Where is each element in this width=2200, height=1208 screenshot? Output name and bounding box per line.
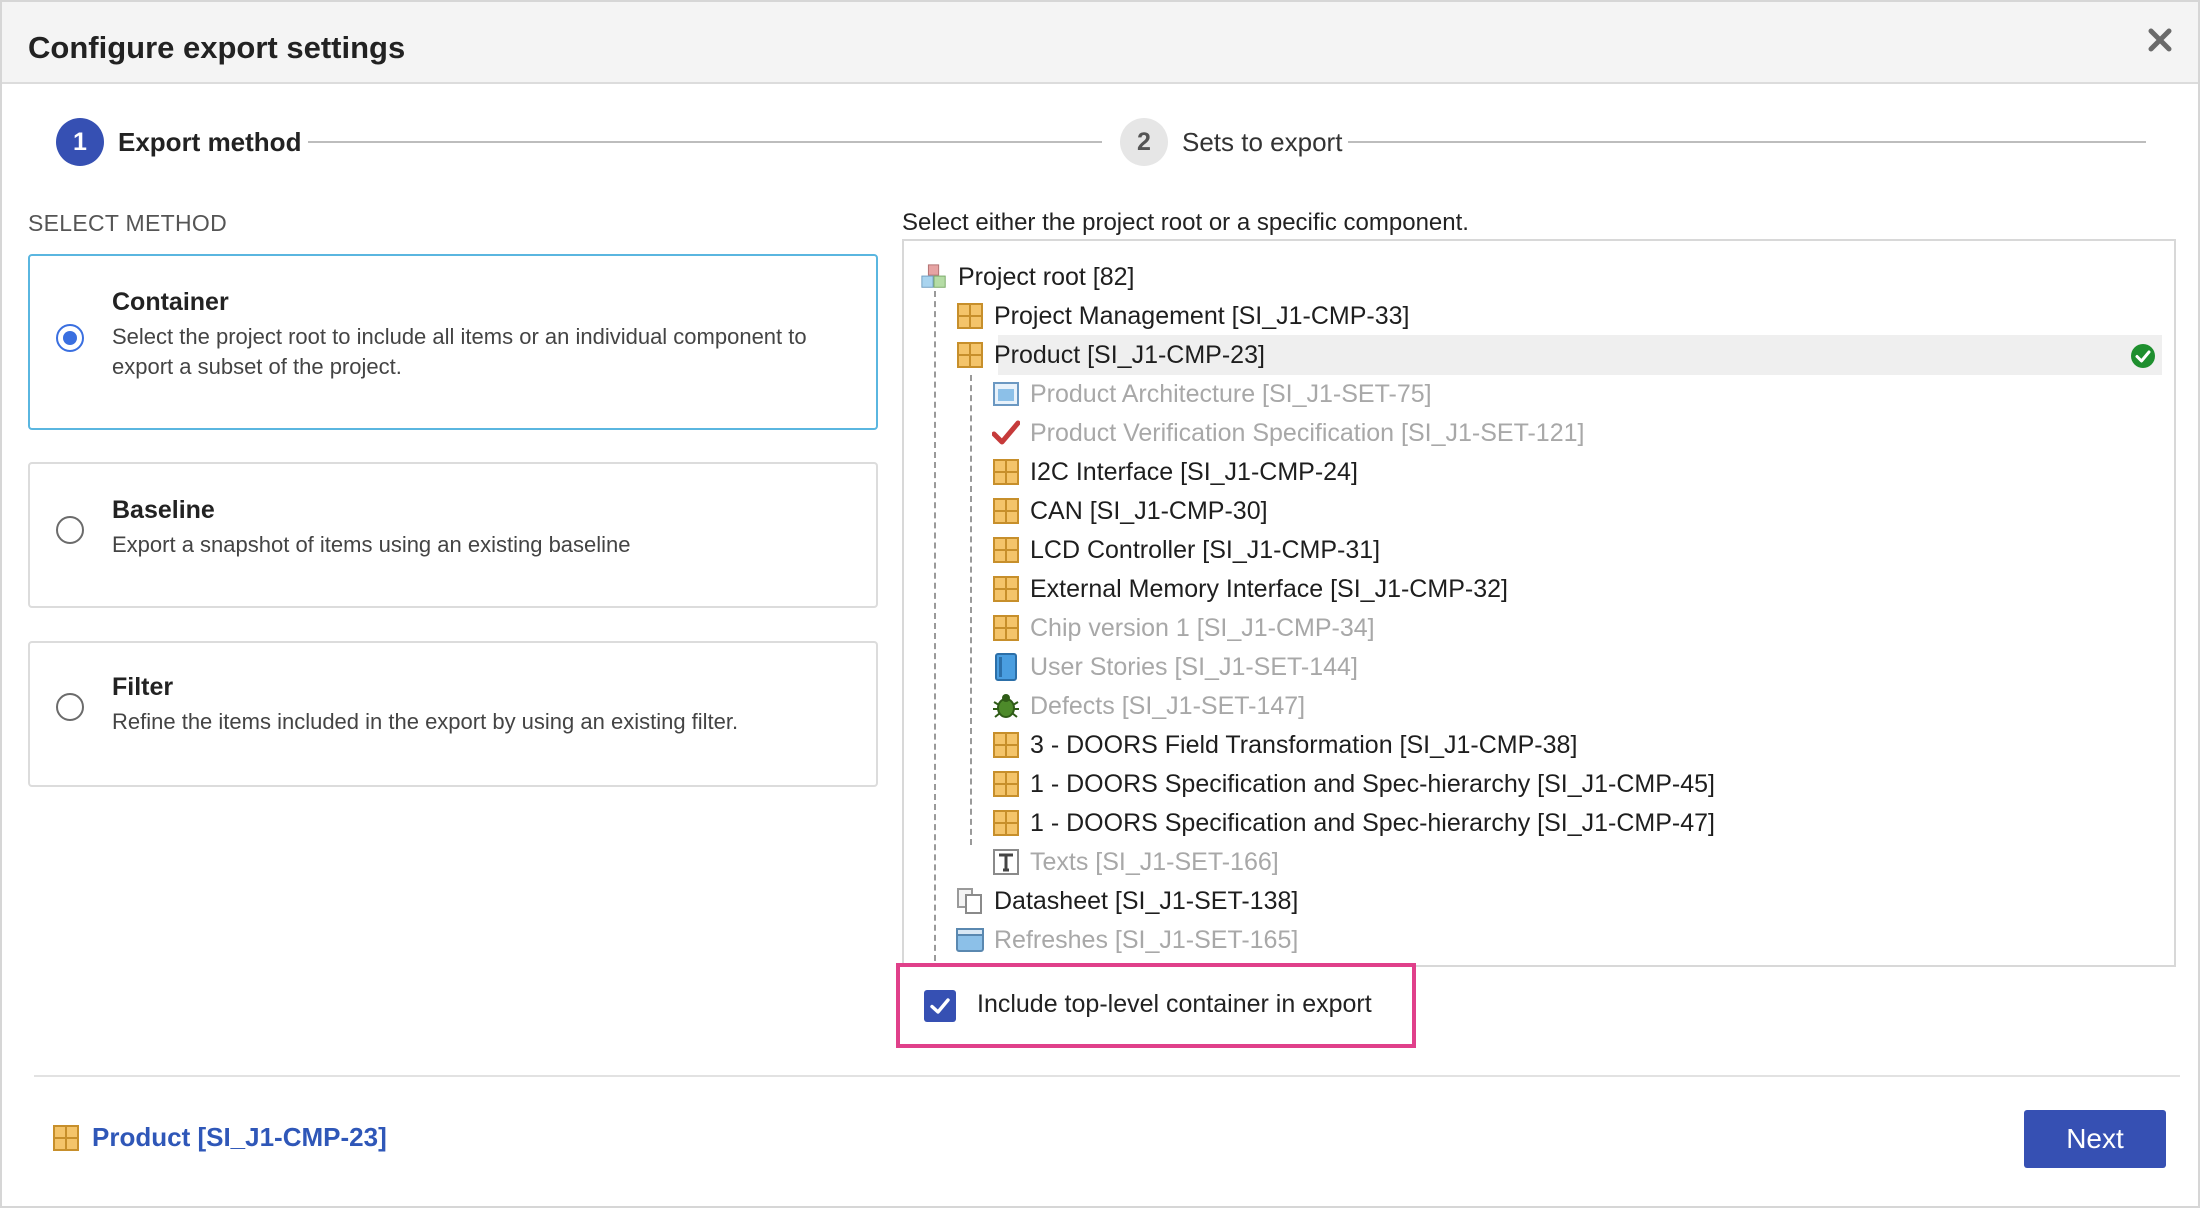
tree-item[interactable]: 1 - DOORS Specification and Spec-hierarc… [992,766,1715,802]
component-icon [956,341,984,369]
dialog-title: Configure export settings [28,30,406,65]
tree-item: Defects [SI_J1-SET-147] [992,688,1305,724]
close-icon[interactable] [2140,20,2180,60]
step-export-method[interactable]: 1 Export method [56,118,301,166]
tree-item[interactable]: 1 - DOORS Specification and Spec-hierarc… [992,805,1715,841]
tree-item[interactable]: 3 - DOORS Field Transformation [SI_J1-CM… [992,727,1577,763]
tree-item[interactable]: Project Management [SI_J1-CMP-33] [956,298,1409,334]
component-icon [992,770,1020,798]
next-button[interactable]: Next [2024,1110,2166,1168]
step-connector [308,141,1102,143]
step-number: 1 [56,118,104,166]
window-icon [956,926,984,954]
verification-check-icon [992,419,1020,447]
tree-item: User Stories [SI_J1-SET-144] [992,649,1358,685]
dialog-header: Configure export settings [2,2,2198,84]
tree-item: Texts [SI_J1-SET-166] [992,844,1279,880]
project-root-icon [920,263,948,291]
method-title: Baseline [112,496,215,524]
component-icon [956,302,984,330]
current-selection-label: Product [SI_J1-CMP-23] [92,1122,387,1152]
checkmark-icon [930,998,950,1014]
step-label: Sets to export [1182,126,1343,157]
tree-item[interactable]: External Memory Interface [SI_J1-CMP-32] [992,571,1508,607]
documents-icon [956,887,984,915]
bug-icon [992,692,1020,720]
tree-item: Chip version 1 [SI_J1-CMP-34] [992,610,1375,646]
component-icon [992,458,1020,486]
current-selection: Product [SI_J1-CMP-23] [52,1122,387,1153]
tree-item-selected[interactable]: Product [SI_J1-CMP-23] [956,337,1265,373]
component-icon [992,536,1020,564]
include-container-label[interactable]: Include top-level container in export [977,990,1372,1019]
selected-check-icon [2131,344,2155,368]
export-settings-dialog: Configure export settings 1 Export metho… [0,0,2200,1208]
tree-guide-line [934,281,936,965]
method-description: Export a snapshot of items using an exis… [112,532,631,557]
tree-item[interactable]: LCD Controller [SI_J1-CMP-31] [992,532,1380,568]
component-icon [992,731,1020,759]
footer-divider [34,1075,2180,1077]
tree-item[interactable]: CAN [SI_J1-CMP-30] [992,493,1268,529]
component-icon [992,497,1020,525]
component-icon [992,614,1020,642]
method-title: Filter [112,673,174,701]
tree-item: Product Architecture [SI_J1-SET-75] [992,376,1432,412]
tree-guide-line [970,375,972,845]
include-container-checkbox[interactable] [924,990,956,1022]
method-option-container[interactable]: Container Select the project root to inc… [28,254,878,430]
tree-item: Refreshes [SI_J1-SET-165] [956,922,1298,958]
container-radio[interactable] [56,324,84,352]
select-method-heading: SELECT METHOD [28,210,228,236]
method-description: Select the project root to include all i… [112,324,807,379]
method-title: Container [112,288,229,316]
tree-instructions: Select either the project root or a spec… [902,209,1469,236]
method-description: Refine the items included in the export … [112,709,739,734]
component-tree[interactable]: Project root [82] Project Management [SI… [902,239,2176,967]
user-stories-icon [992,653,1020,681]
step-number: 2 [1120,118,1168,166]
architecture-set-icon [992,380,1020,408]
step-sets-to-export[interactable]: 2 Sets to export [1120,118,1342,166]
component-icon [992,809,1020,837]
tree-item: Product Verification Specification [SI_J… [992,415,1584,451]
tree-item[interactable]: Datasheet [SI_J1-SET-138] [956,883,1298,919]
baseline-radio[interactable] [56,516,84,544]
method-option-filter[interactable]: Filter Refine the items included in the … [28,641,878,787]
step-label: Export method [118,126,302,157]
tree-item[interactable]: I2C Interface [SI_J1-CMP-24] [992,454,1358,490]
filter-radio[interactable] [56,693,84,721]
step-connector [1348,141,2146,143]
method-option-baseline[interactable]: Baseline Export a snapshot of items usin… [28,462,878,608]
text-icon [992,848,1020,876]
component-icon [992,575,1020,603]
tree-item[interactable]: Project root [82] [920,259,1134,295]
component-icon [52,1124,80,1152]
